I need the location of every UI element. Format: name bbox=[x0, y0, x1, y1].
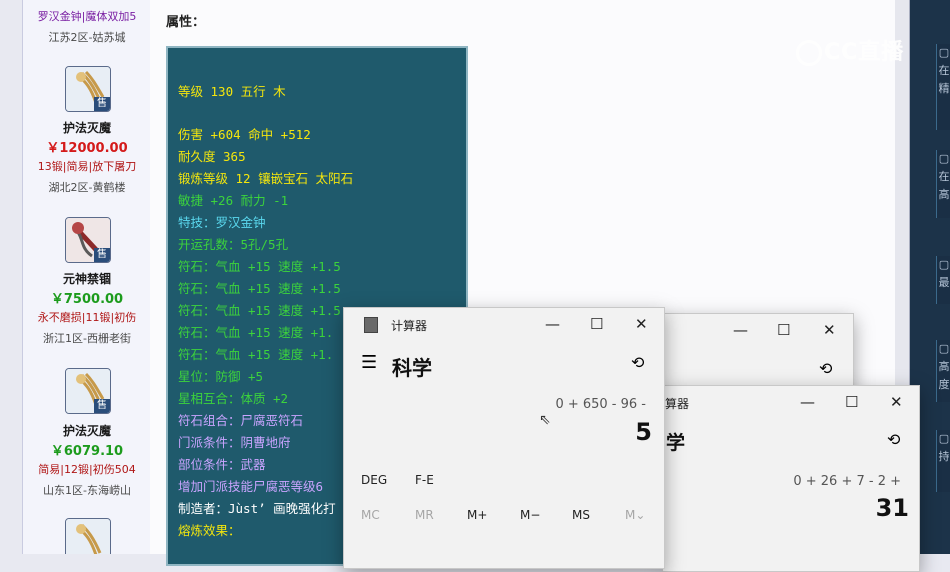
mouse-cursor-icon: ⇖ bbox=[539, 412, 551, 428]
weapon-claw-icon[interactable]: 售 bbox=[65, 368, 111, 414]
memory-add-button[interactable]: M+ bbox=[467, 508, 487, 522]
sale-badge: 售 bbox=[94, 399, 110, 413]
attribute-line: 伤害 +604 命中 +512 bbox=[178, 127, 311, 142]
listing-name[interactable]: 护法灭魔 bbox=[23, 422, 151, 439]
listing-server: 浙江1区-西栅老街 bbox=[43, 332, 131, 345]
close-button[interactable]: ✕ bbox=[890, 393, 903, 411]
attribute-line: 耐久度 365 bbox=[178, 149, 246, 164]
maximize-button[interactable]: ☐ bbox=[845, 393, 858, 411]
memory-store-button[interactable]: MS bbox=[572, 508, 590, 522]
history-icon[interactable]: ⟲ bbox=[631, 353, 644, 372]
close-button[interactable]: ✕ bbox=[635, 315, 648, 333]
attribute-line: 制造者：Jùst’ 画晚强化打 bbox=[178, 501, 336, 516]
weapon-claw-icon[interactable]: 售 bbox=[65, 66, 111, 112]
memory-subtract-button[interactable]: M− bbox=[520, 508, 540, 522]
side-card[interactable]: ▢ 高度 bbox=[936, 340, 950, 402]
attribute-line: 部位条件：武器 bbox=[178, 457, 266, 472]
watermark-logo: CC直播 bbox=[796, 34, 904, 66]
history-icon[interactable]: ⟲ bbox=[887, 430, 900, 449]
attribute-line: 敏捷 +26 耐力 -1 bbox=[178, 193, 289, 208]
history-icon[interactable]: ⟲ bbox=[819, 359, 832, 378]
attribute-line: 符石：气血 +15 速度 +1.5 bbox=[178, 303, 341, 318]
listing-server: 湖北2区-黄鹤楼 bbox=[48, 181, 126, 194]
attribute-line: 符石组合：尸腐恶符石 bbox=[178, 413, 304, 428]
calculator-window-front: 计算器 — ☐ ✕ ☰ 科学 ⟲ 0 + 650 - 96 - 5 ⇖ DEG … bbox=[343, 307, 665, 569]
window-title: 算器 bbox=[665, 397, 690, 411]
fe-button[interactable]: F-E bbox=[415, 473, 434, 487]
watermark-text: CC直播 bbox=[824, 40, 905, 65]
listing-price: ￥6079.10 bbox=[50, 444, 124, 459]
calculator-window-back-top: — ☐ ✕ ⟲ bbox=[664, 313, 854, 395]
attribute-line: 熔炼效果： bbox=[178, 523, 241, 538]
attribute-line: 开运孔数：5孔/5孔 bbox=[178, 237, 289, 252]
calc-expression: 0 + 650 - 96 - bbox=[555, 397, 646, 412]
memory-recall-button[interactable]: MR bbox=[415, 508, 434, 522]
attribute-line: 符石：气血 +15 速度 +1.5 bbox=[178, 259, 341, 274]
side-card[interactable]: ▢ 在高 bbox=[936, 150, 950, 218]
sale-badge: 售 bbox=[94, 248, 110, 262]
close-button[interactable]: ✕ bbox=[823, 321, 836, 339]
attribute-line: 星相互合：体质 +2 bbox=[178, 391, 289, 406]
listing-price: ￥7500.00 bbox=[50, 292, 124, 307]
maximize-button[interactable]: ☐ bbox=[777, 321, 790, 339]
attribute-line: 星位：防御 +5 bbox=[178, 369, 264, 384]
mode-title: 科学 bbox=[392, 356, 432, 380]
side-card[interactable]: ▢ 持 bbox=[936, 430, 950, 492]
minimize-button[interactable]: — bbox=[800, 393, 815, 411]
attribute-line: 符石：气血 +15 速度 +1. bbox=[178, 347, 334, 362]
calc-result: 31 bbox=[875, 494, 909, 522]
listing-tags: 13锻|简易|放下屠刀 bbox=[37, 160, 137, 173]
listing-tags: 罗汉金钟|魔体双加5 bbox=[37, 10, 137, 23]
window-title: 计算器 bbox=[391, 319, 428, 333]
attribute-line: 特技：罗汉金钟 bbox=[178, 215, 266, 230]
minimize-button[interactable]: — bbox=[733, 321, 748, 339]
listing-tags: 简易|12锻|初伤504 bbox=[38, 463, 136, 476]
attribute-line: 符石：气血 +15 速度 +1.5 bbox=[178, 281, 341, 296]
weapon-claw-icon[interactable] bbox=[65, 518, 111, 554]
listing-server: 山东1区-东海崂山 bbox=[43, 484, 131, 497]
calculator-app-icon bbox=[364, 317, 378, 333]
side-card[interactable]: ▢ 最 bbox=[936, 256, 950, 304]
listing-server: 江苏2区-姑苏城 bbox=[48, 31, 126, 44]
listing-name[interactable]: 元神禁锢 bbox=[23, 270, 151, 287]
attribute-line: 门派条件：阴曹地府 bbox=[178, 435, 291, 450]
listing-column: 罗汉金钟|魔体双加5 江苏2区-姑苏城 售 护法灭魔 ￥12000.00 13锻… bbox=[22, 0, 152, 554]
listing-price: ￥12000.00 bbox=[46, 141, 128, 156]
weapon-sword-icon[interactable]: 售 bbox=[65, 217, 111, 263]
attribute-line: 等级 130 五行 木 bbox=[178, 84, 286, 99]
sale-badge: 售 bbox=[94, 97, 110, 111]
attribute-line: 增加门派技能尸腐恶等级6 bbox=[178, 479, 324, 494]
maximize-button[interactable]: ☐ bbox=[590, 315, 603, 333]
hamburger-menu-icon[interactable]: ☰ bbox=[361, 352, 377, 373]
minimize-button[interactable]: — bbox=[545, 315, 560, 333]
mode-title: 学 bbox=[666, 432, 686, 454]
deg-button[interactable]: DEG bbox=[361, 473, 387, 487]
attributes-heading: 属性： bbox=[166, 15, 206, 30]
calculator-window-middle: 算器 — ☐ ✕ 学 ⟲ 0 + 26 + 7 - 2 + 31 bbox=[662, 385, 920, 572]
listing-name[interactable]: 护法灭魔 bbox=[23, 119, 151, 136]
memory-list-button[interactable]: M⌄ bbox=[625, 508, 645, 522]
side-card[interactable]: ▢ 在精 bbox=[936, 44, 950, 130]
weapon-claw-icon-graphic bbox=[66, 519, 110, 554]
memory-clear-button[interactable]: MC bbox=[361, 508, 380, 522]
listing-tags: 永不磨损|11锻|初伤 bbox=[37, 311, 137, 324]
attribute-line: 锻炼等级 12 镶嵌宝石 太阳石 bbox=[178, 171, 354, 186]
cc-logo-icon bbox=[796, 40, 822, 66]
attribute-line: 符石：气血 +15 速度 +1. bbox=[178, 325, 334, 340]
calc-expression: 0 + 26 + 7 - 2 + bbox=[793, 474, 901, 489]
